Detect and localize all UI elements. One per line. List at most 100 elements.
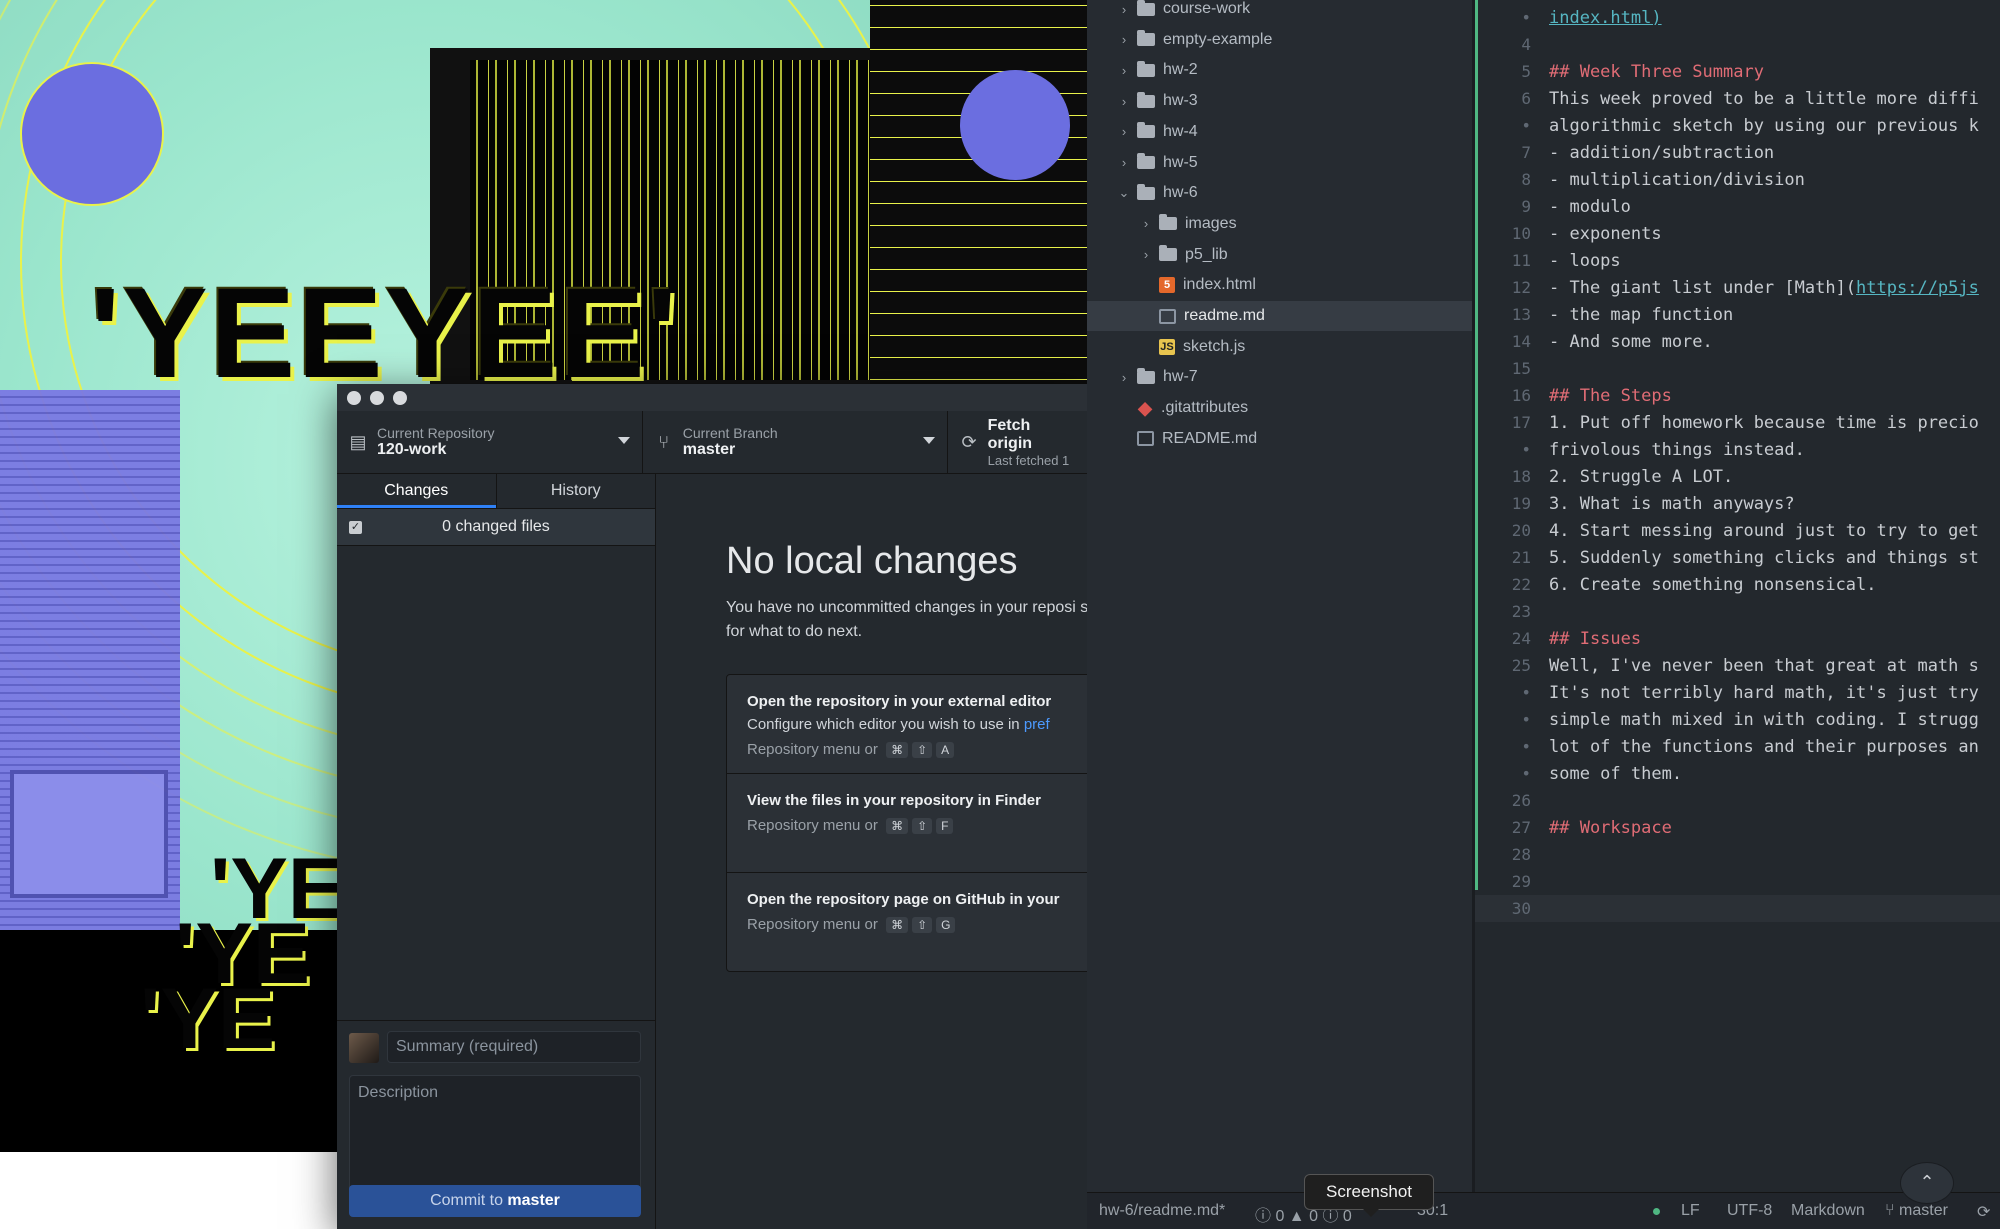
tree-item[interactable]: › p5_lib [1087, 240, 1472, 270]
editor-line[interactable]: 9 - modulo [1475, 193, 2000, 220]
tree-item[interactable]: 5 index.html [1087, 270, 1472, 300]
commit-button[interactable]: Commit to master [349, 1185, 641, 1217]
tree-item[interactable]: › hw-4 [1087, 117, 1472, 147]
zoom-window-button[interactable] [393, 390, 407, 405]
editor-line[interactable]: 16 ## The Steps [1475, 382, 2000, 409]
editor-line[interactable]: • algorithmic sketch by using our previou… [1475, 112, 2000, 139]
line-text: ## Issues [1549, 628, 1642, 649]
tree-item[interactable]: › empty-example [1087, 25, 1472, 55]
tree-item[interactable]: › images [1087, 209, 1472, 239]
chevron-right-icon: › [1121, 1, 1127, 17]
show-in-finder-action[interactable]: View the files in your repository in Fin… [727, 774, 1087, 873]
editor-line[interactable]: 8 - multiplication/division [1475, 166, 2000, 193]
editor-line[interactable]: 7 - addition/subtraction [1475, 139, 2000, 166]
current-repository-dropdown[interactable]: ▤ Current Repository 120-work [337, 411, 643, 473]
editor-line[interactable]: 20 4. Start messing around just to try to… [1475, 517, 2000, 544]
status-file-path[interactable]: hw-6/readme.md* [1099, 1202, 1225, 1220]
folder-icon [1137, 153, 1155, 169]
tree-item[interactable]: JS sketch.js [1087, 332, 1472, 362]
tab-history[interactable]: History [497, 474, 656, 508]
tree-item[interactable]: › course-work [1087, 0, 1472, 24]
editor-line[interactable]: 22 6. Create something nonsensical. [1475, 571, 2000, 598]
editor-line[interactable]: 21 5. Suddenly something clicks and thing… [1475, 544, 2000, 571]
repo-icon: ▤ [349, 431, 367, 452]
editor-line[interactable]: • index.html) [1475, 4, 2000, 31]
editor-line[interactable]: 29 [1475, 868, 2000, 895]
editor-line[interactable]: 24 ## Issues [1475, 625, 2000, 652]
preferences-link[interactable]: pref [1024, 716, 1050, 733]
tree-item[interactable]: › hw-5 [1087, 148, 1472, 178]
line-text: simple math mixed in with coding. I stru… [1549, 709, 1979, 730]
tree-item-label: hw-6 [1163, 184, 1198, 202]
editor-line[interactable]: • simple math mixed in with coding. I str… [1475, 706, 2000, 733]
editor-line[interactable]: 27 ## Workspace [1475, 814, 2000, 841]
editor-line[interactable]: • some of them. [1475, 760, 2000, 787]
editor-line[interactable]: • It's not terribly hard math, it's just … [1475, 679, 2000, 706]
summary-input[interactable]: Summary (required) [387, 1031, 641, 1063]
line-text: - modulo [1549, 196, 1631, 217]
line-number: 24 [1511, 629, 1531, 648]
editor-line[interactable]: 14 - And some more. [1475, 328, 2000, 355]
sync-icon[interactable]: ⟳ [1977, 1202, 1990, 1222]
editor-line[interactable]: 18 2. Struggle A LOT. [1475, 463, 2000, 490]
editor-line[interactable]: 12 - The giant list under [Math](https://… [1475, 274, 2000, 301]
line-number: 28 [1511, 845, 1531, 864]
editor-line[interactable]: 26 [1475, 787, 2000, 814]
tree-item[interactable]: ⌄ hw-6 [1087, 178, 1472, 208]
markdown-link[interactable]: https://p5js [1856, 278, 1979, 298]
editor-line[interactable]: 10 - exponents [1475, 220, 2000, 247]
art-purple-stack [0, 390, 180, 950]
tree-item[interactable]: readme.md [1087, 301, 1472, 331]
editor-line[interactable]: 4 [1475, 31, 2000, 58]
status-grammar[interactable]: Markdown [1791, 1202, 1865, 1220]
tree-item-label: hw-4 [1163, 122, 1198, 140]
changed-files-count: 0 changed files [442, 518, 550, 535]
editor-line[interactable]: 30 [1475, 895, 2000, 922]
editor-line[interactable]: 17 1. Put off homework because time is pr… [1475, 409, 2000, 436]
select-all-checkbox[interactable]: ✓ [349, 520, 362, 534]
close-window-button[interactable] [347, 390, 361, 405]
editor-line[interactable]: 11 - loops [1475, 247, 2000, 274]
chevron-down-icon: ⌄ [1118, 185, 1130, 201]
tree-item[interactable]: › hw-2 [1087, 55, 1472, 85]
scroll-up-button[interactable]: ⌃ [1900, 1162, 1954, 1204]
shortcut-label: Repository menu or [747, 741, 878, 758]
tree-item[interactable]: › hw-3 [1087, 86, 1472, 116]
editor-line[interactable]: • lot of the functions and their purposes… [1475, 733, 2000, 760]
status-line-ending[interactable]: LF [1681, 1202, 1700, 1220]
line-number: 25 [1511, 656, 1531, 675]
text-editor[interactable]: • index.html) 4 5 ## Week Three Summary 6 This… [1473, 0, 2000, 1193]
folder-icon [1137, 60, 1155, 77]
editor-line[interactable]: • frivolous things instead. [1475, 436, 2000, 463]
editor-line[interactable]: 28 [1475, 841, 2000, 868]
minimize-window-button[interactable] [370, 390, 384, 405]
shortcut-label: Repository menu or [747, 817, 878, 834]
tree-item[interactable]: ◆ .gitattributes [1087, 393, 1472, 423]
fetch-origin-button[interactable]: ⟳ Fetch origin Last fetched 1 [948, 411, 1087, 473]
tree-item[interactable]: README.md [1087, 424, 1472, 454]
view-on-github-action[interactable]: Open the repository page on GitHub in yo… [727, 873, 1087, 971]
editor-line[interactable]: 23 [1475, 598, 2000, 625]
tab-changes[interactable]: Changes [337, 474, 497, 508]
line-number: 29 [1511, 872, 1531, 891]
line-number: • [1521, 683, 1531, 702]
editor-line[interactable]: 19 3. What is math anyways? [1475, 490, 2000, 517]
editor-line[interactable]: 15 [1475, 355, 2000, 382]
status-branch-name: master [1899, 1202, 1948, 1219]
editor-line[interactable]: 6 This week proved to be a little more di… [1475, 85, 2000, 112]
suggested-actions: Open the repository in your external edi… [726, 674, 1087, 972]
tree-item-label: hw-5 [1163, 153, 1198, 171]
repo-name: 120-work [377, 441, 447, 458]
chevron-right-icon: › [1143, 216, 1149, 232]
shift-key: ⇧ [912, 917, 933, 933]
editor-line[interactable]: 5 ## Week Three Summary [1475, 58, 2000, 85]
open-in-editor-action[interactable]: Open the repository in your external edi… [727, 675, 1087, 774]
current-branch-dropdown[interactable]: ⑂ Current Branch master [643, 411, 949, 473]
editor-line[interactable]: 13 - the map function [1475, 301, 2000, 328]
editor-line[interactable]: 25 Well, I've never been that great at ma… [1475, 652, 2000, 679]
status-encoding[interactable]: UTF-8 [1727, 1202, 1772, 1220]
tree-item-label: course-work [1163, 0, 1251, 17]
tree-item[interactable]: › hw-7 [1087, 362, 1472, 392]
screenshot-tooltip: Screenshot [1304, 1174, 1434, 1217]
status-branch[interactable]: ⑂ master [1885, 1202, 1948, 1220]
